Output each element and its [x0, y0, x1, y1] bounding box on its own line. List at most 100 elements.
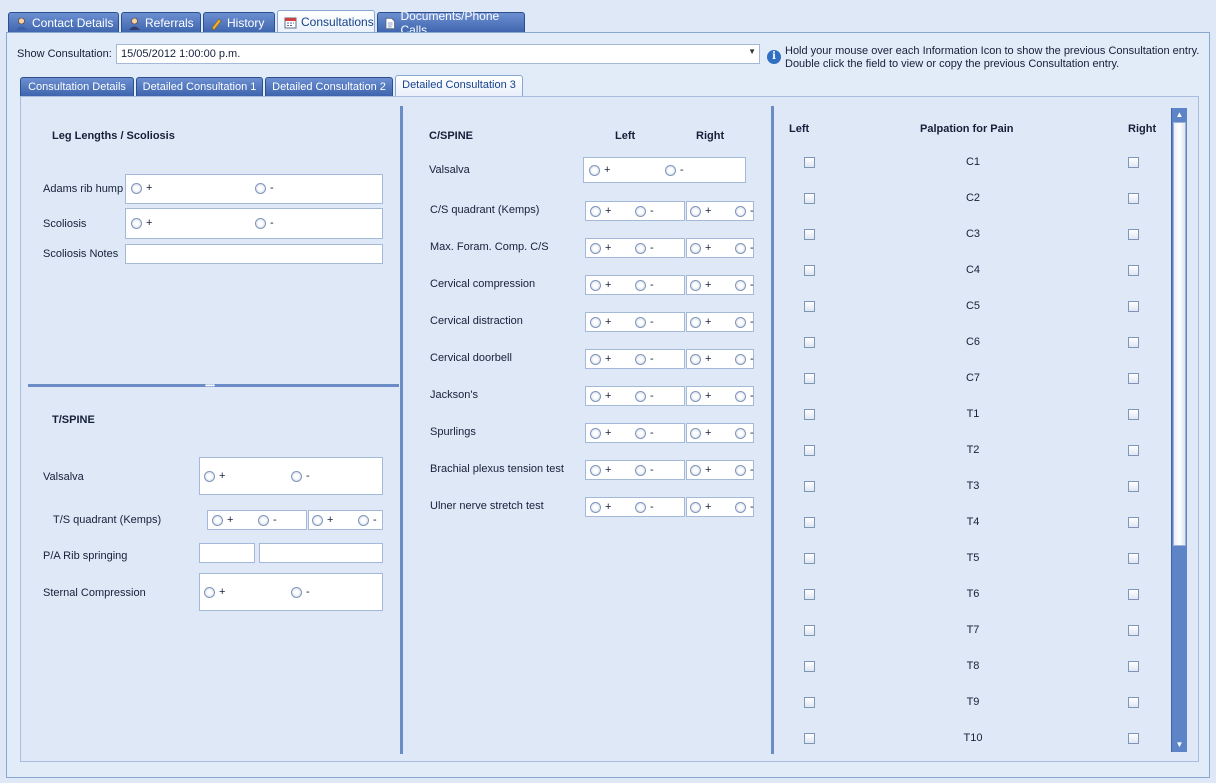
adams-rib-hump-plus-radio[interactable]: + [131, 182, 152, 194]
scoliosis-notes-input[interactable] [125, 244, 383, 264]
palpation-left-checkbox[interactable] [804, 661, 815, 672]
cspine-test-right-plus-radio[interactable]: + [690, 242, 711, 254]
tab-documents-phone-calls[interactable]: Documents/Phone Calls [377, 9, 525, 37]
palpation-right-checkbox[interactable] [1128, 337, 1139, 348]
palpation-left-checkbox[interactable] [804, 337, 815, 348]
palpation-right-checkbox[interactable] [1128, 553, 1139, 564]
tspine-valsalva-plus-radio[interactable]: + [204, 470, 225, 482]
cspine-test-left-minus-radio[interactable]: - [635, 353, 654, 365]
cspine-test-right-plus-radio[interactable]: + [690, 390, 711, 402]
palpation-left-checkbox[interactable] [804, 697, 815, 708]
cspine-test-right-plus-radio[interactable]: + [690, 316, 711, 328]
cspine-test-left-plus-radio[interactable]: + [590, 353, 611, 365]
palpation-right-checkbox[interactable] [1128, 265, 1139, 276]
rib-springing-right-input[interactable] [259, 543, 383, 563]
cspine-test-left-minus-radio[interactable]: - [635, 279, 654, 291]
tab-contact-details[interactable]: Contact Details [8, 12, 119, 33]
subtab-detailed-consultation-2[interactable]: Detailed Consultation 2 [265, 77, 393, 96]
cspine-test-left-minus-radio[interactable]: - [635, 464, 654, 476]
chevron-down-icon[interactable]: ▼ [748, 47, 756, 56]
palpation-left-checkbox[interactable] [804, 301, 815, 312]
cspine-test-left-plus-radio[interactable]: + [590, 464, 611, 476]
palpation-left-checkbox[interactable] [804, 553, 815, 564]
palpation-right-checkbox[interactable] [1128, 193, 1139, 204]
cspine-test-left-plus-radio[interactable]: + [590, 390, 611, 402]
ts-quadrant-right-minus-radio[interactable]: - [358, 514, 377, 526]
sternal-compression-plus-radio[interactable]: + [204, 586, 225, 598]
palpation-right-checkbox[interactable] [1128, 481, 1139, 492]
palpation-right-checkbox[interactable] [1128, 661, 1139, 672]
cspine-test-left-plus-radio[interactable]: + [590, 316, 611, 328]
cspine-valsalva-minus-radio[interactable]: - [665, 164, 684, 176]
subtab-consultation-details[interactable]: Consultation Details [20, 77, 134, 96]
cspine-test-right-plus-radio[interactable]: + [690, 501, 711, 513]
palpation-right-checkbox[interactable] [1128, 697, 1139, 708]
scroll-down-icon[interactable]: ▼ [1173, 739, 1186, 751]
tab-consultations[interactable]: Consultations [277, 10, 375, 33]
cspine-test-right-minus-radio[interactable]: - [735, 279, 754, 291]
palpation-right-checkbox[interactable] [1128, 445, 1139, 456]
ts-quadrant-left-minus-radio[interactable]: - [258, 514, 277, 526]
cspine-test-left-plus-radio[interactable]: + [590, 205, 611, 217]
tab-history[interactable]: History [203, 12, 275, 33]
palpation-right-checkbox[interactable] [1128, 625, 1139, 636]
palpation-left-checkbox[interactable] [804, 481, 815, 492]
sternal-compression-minus-radio[interactable]: - [291, 586, 310, 598]
cspine-test-left-minus-radio[interactable]: - [635, 427, 654, 439]
scoliosis-plus-radio[interactable]: + [131, 217, 152, 229]
palpation-right-checkbox[interactable] [1128, 517, 1139, 528]
palpation-right-checkbox[interactable] [1128, 589, 1139, 600]
cspine-test-left-plus-radio[interactable]: + [590, 279, 611, 291]
cspine-test-right-minus-radio[interactable]: - [735, 353, 754, 365]
palpation-left-checkbox[interactable] [804, 373, 815, 384]
palpation-left-checkbox[interactable] [804, 517, 815, 528]
palpation-right-checkbox[interactable] [1128, 157, 1139, 168]
palpation-left-checkbox[interactable] [804, 193, 815, 204]
cspine-test-right-plus-radio[interactable]: + [690, 353, 711, 365]
cspine-test-right-minus-radio[interactable]: - [735, 501, 754, 513]
subtab-detailed-consultation-1[interactable]: Detailed Consultation 1 [136, 77, 263, 96]
palpation-left-checkbox[interactable] [804, 229, 815, 240]
cspine-test-left-minus-radio[interactable]: - [635, 242, 654, 254]
cspine-test-right-minus-radio[interactable]: - [735, 427, 754, 439]
palpation-right-checkbox[interactable] [1128, 733, 1139, 744]
palpation-right-checkbox[interactable] [1128, 409, 1139, 420]
tab-referrals[interactable]: Referrals [121, 12, 201, 33]
cspine-test-right-minus-radio[interactable]: - [735, 316, 754, 328]
scroll-thumb[interactable] [1173, 122, 1186, 546]
ts-quadrant-right-plus-radio[interactable]: + [312, 514, 333, 526]
cspine-test-right-plus-radio[interactable]: + [690, 427, 711, 439]
palpation-left-checkbox[interactable] [804, 625, 815, 636]
palpation-left-checkbox[interactable] [804, 733, 815, 744]
cspine-test-right-minus-radio[interactable]: - [735, 242, 754, 254]
palpation-right-checkbox[interactable] [1128, 229, 1139, 240]
cspine-test-left-minus-radio[interactable]: - [635, 316, 654, 328]
cspine-test-left-plus-radio[interactable]: + [590, 501, 611, 513]
vertical-splitter-right[interactable] [771, 106, 774, 754]
cspine-test-right-minus-radio[interactable]: - [735, 205, 754, 217]
cspine-test-right-plus-radio[interactable]: + [690, 464, 711, 476]
cspine-test-left-minus-radio[interactable]: - [635, 390, 654, 402]
show-consultation-select[interactable]: 15/05/2012 1:00:00 p.m. ▼ [116, 44, 760, 64]
palpation-right-checkbox[interactable] [1128, 301, 1139, 312]
cspine-test-left-minus-radio[interactable]: - [635, 205, 654, 217]
cspine-test-right-plus-radio[interactable]: + [690, 279, 711, 291]
cspine-test-right-minus-radio[interactable]: - [735, 464, 754, 476]
rib-springing-left-input[interactable] [199, 543, 255, 563]
palpation-left-checkbox[interactable] [804, 265, 815, 276]
cspine-test-left-minus-radio[interactable]: - [635, 501, 654, 513]
scroll-up-icon[interactable]: ▲ [1173, 109, 1186, 121]
cspine-test-left-plus-radio[interactable]: + [590, 427, 611, 439]
subtab-detailed-consultation-3[interactable]: Detailed Consultation 3 [395, 75, 523, 96]
cspine-test-right-plus-radio[interactable]: + [690, 205, 711, 217]
palpation-left-checkbox[interactable] [804, 445, 815, 456]
tspine-valsalva-minus-radio[interactable]: - [291, 470, 310, 482]
cspine-test-right-minus-radio[interactable]: - [735, 390, 754, 402]
palpation-left-checkbox[interactable] [804, 157, 815, 168]
cspine-test-left-plus-radio[interactable]: + [590, 242, 611, 254]
vertical-splitter-left[interactable] [400, 106, 403, 754]
palpation-right-checkbox[interactable] [1128, 373, 1139, 384]
palpation-scrollbar[interactable]: ▲ ▼ [1171, 108, 1187, 752]
scoliosis-minus-radio[interactable]: - [255, 217, 274, 229]
palpation-left-checkbox[interactable] [804, 589, 815, 600]
